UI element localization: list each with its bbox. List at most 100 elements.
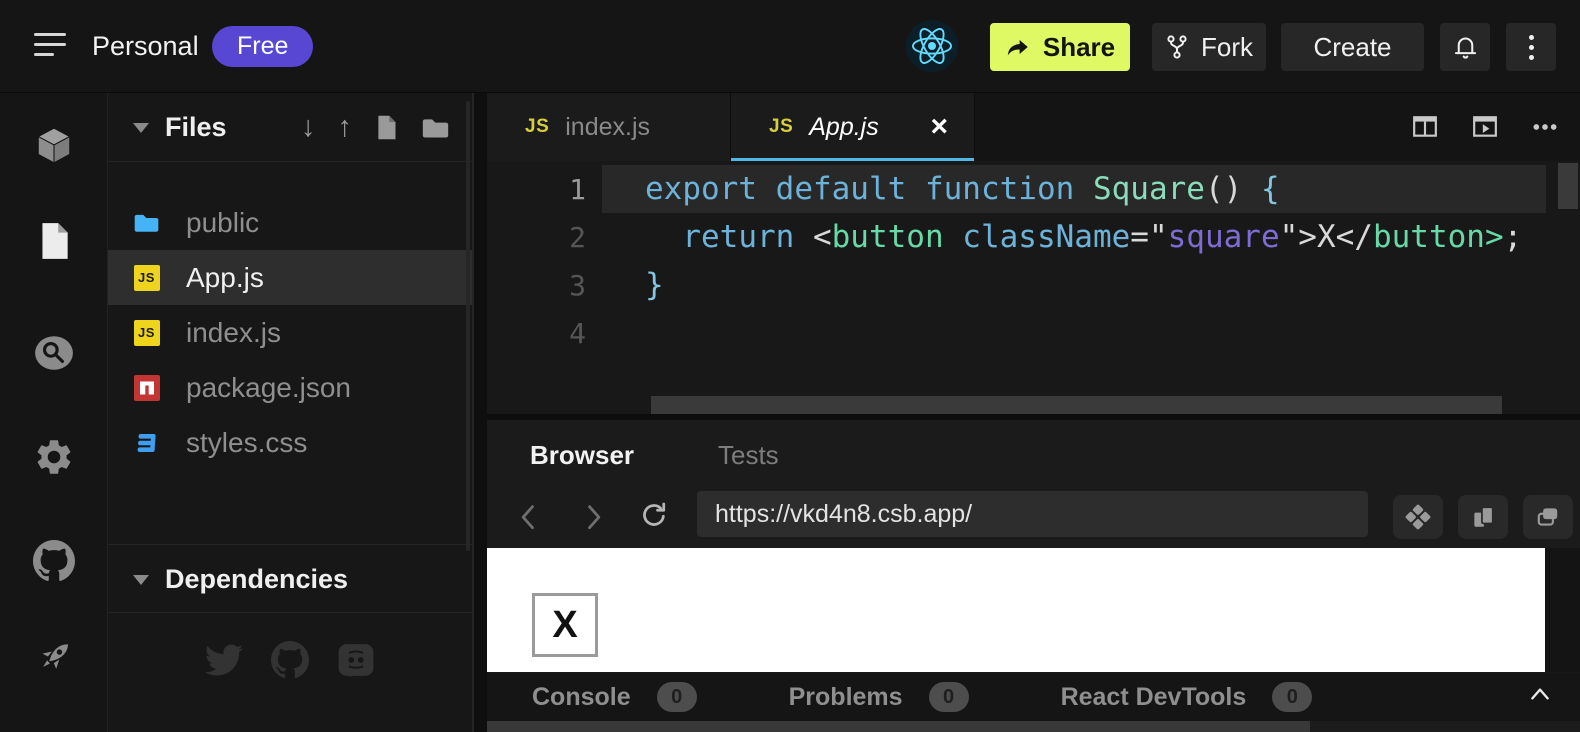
editor-tabs: JSindex.jsJS App.js × <box>487 93 975 161</box>
tab-browser[interactable]: Browser <box>530 420 634 490</box>
sandbox-cube-icon[interactable] <box>33 125 75 167</box>
file-icon[interactable] <box>33 220 75 262</box>
navigator-icon[interactable] <box>1393 495 1443 539</box>
js-icon: JS <box>525 116 549 138</box>
split-view-icon[interactable] <box>1412 114 1438 140</box>
chevron-up-icon[interactable] <box>1528 685 1552 709</box>
upload-icon[interactable]: ↑ <box>338 113 353 142</box>
new-folder-icon[interactable] <box>421 115 450 140</box>
chevron-down-icon[interactable] <box>133 123 149 133</box>
horizontal-scrollbar[interactable] <box>651 396 1502 414</box>
open-window-icon[interactable] <box>1523 495 1573 539</box>
more-ellipsis-icon[interactable] <box>1532 114 1558 140</box>
file-row-public[interactable]: public <box>108 195 472 250</box>
code-text: } <box>602 261 1546 309</box>
plan-badge: Free <box>212 26 313 67</box>
search-icon[interactable] <box>33 332 75 374</box>
browser-pane: Browser Tests <box>487 420 1580 548</box>
rocket-icon[interactable] <box>33 636 75 678</box>
notifications-button[interactable] <box>1440 23 1490 71</box>
codesandbox-app: Personal Free Share Fork <box>0 0 1580 732</box>
status-item-react-devtools[interactable]: React DevTools0 <box>1061 682 1313 712</box>
react-logo-icon <box>906 20 958 72</box>
hamburger-menu-icon[interactable] <box>34 33 68 59</box>
url-input[interactable] <box>697 491 1368 537</box>
social-links <box>108 641 472 679</box>
github-icon[interactable] <box>33 540 75 582</box>
scrollbar-thumb[interactable] <box>487 721 1310 732</box>
download-icon[interactable]: ↓ <box>301 113 316 142</box>
files-scrollbar[interactable] <box>466 101 470 551</box>
new-file-icon[interactable] <box>374 114 399 141</box>
forward-icon[interactable] <box>579 502 607 530</box>
line-number: 3 <box>487 269 602 302</box>
file-row-package.json[interactable]: package.json <box>108 360 472 415</box>
overflow-menu-button[interactable] <box>1506 23 1556 71</box>
responsive-mode-icon[interactable] <box>1458 495 1508 539</box>
status-label: React DevTools <box>1061 683 1247 712</box>
file-name: index.js <box>186 317 281 349</box>
back-icon[interactable] <box>515 502 543 530</box>
square-button[interactable]: X <box>532 593 598 657</box>
code-lines: 1export default function Square() {2 ret… <box>487 165 1580 357</box>
code-text <box>602 309 1546 357</box>
js-icon: JS <box>133 319 160 346</box>
top-header: Personal Free Share Fork <box>0 0 1580 93</box>
preview-side-strip <box>1545 548 1580 672</box>
editor-tab-index.js[interactable]: JSindex.js <box>487 93 731 161</box>
status-label: Problems <box>789 683 903 712</box>
code-text: export default function Square() { <box>602 165 1546 213</box>
settings-gear-icon[interactable] <box>33 436 75 478</box>
react-atom-icon <box>911 25 953 67</box>
vertical-scrollbar[interactable] <box>1558 163 1578 209</box>
status-item-console[interactable]: Console0 <box>532 682 697 712</box>
editor-tabbar: JSindex.jsJS App.js × <box>487 93 1580 161</box>
chevron-down-icon[interactable] <box>133 575 149 585</box>
panel-splitter[interactable] <box>472 93 487 732</box>
code-text: return <button className="square">X</but… <box>602 213 1546 261</box>
share-arrow-icon <box>1005 34 1031 60</box>
preview-window-icon[interactable] <box>1472 114 1498 140</box>
twitter-icon[interactable] <box>205 641 243 679</box>
create-button[interactable]: Create <box>1281 23 1424 71</box>
discord-icon[interactable] <box>337 641 375 679</box>
files-panel-header[interactable]: Files ↓ ↑ <box>108 93 472 162</box>
fork-icon <box>1165 34 1189 60</box>
code-line-3[interactable]: 3} <box>487 261 1580 309</box>
js-icon: JS <box>133 264 160 291</box>
fork-label: Fork <box>1201 32 1253 63</box>
code-line-4[interactable]: 4 <box>487 309 1580 357</box>
file-row-index.js[interactable]: JS index.js <box>108 305 472 360</box>
file-row-App.js[interactable]: JSApp.js <box>108 250 472 305</box>
css-icon <box>133 429 160 456</box>
editor-tab-App.js[interactable]: JSApp.js× <box>731 93 975 161</box>
activity-bar <box>0 93 107 732</box>
tab-tests[interactable]: Tests <box>718 420 779 490</box>
bell-icon <box>1452 34 1479 61</box>
workspace-name[interactable]: Personal <box>92 0 199 93</box>
dependencies-section[interactable]: Dependencies <box>108 544 472 613</box>
editor-region: JSindex.jsJS App.js × <box>487 93 1580 732</box>
code-editor[interactable]: 1export default function Square() {2 ret… <box>487 161 1580 414</box>
dependencies-title: Dependencies <box>165 545 348 614</box>
code-line-2[interactable]: 2 return <button className="square">X</b… <box>487 213 1580 261</box>
refresh-icon[interactable] <box>639 500 669 530</box>
line-number: 2 <box>487 221 602 254</box>
status-label: Console <box>532 683 631 712</box>
fork-button[interactable]: Fork <box>1152 23 1266 71</box>
file-row-styles.css[interactable]: styles.css <box>108 415 472 470</box>
code-line-1[interactable]: 1export default function Square() { <box>487 165 1580 213</box>
close-icon[interactable]: × <box>930 112 948 142</box>
editor-toolbar <box>1412 93 1558 161</box>
count-badge: 0 <box>929 682 969 712</box>
status-item-problems[interactable]: Problems 0 <box>789 682 969 712</box>
line-number: 4 <box>487 317 602 350</box>
share-label: Share <box>1043 32 1115 63</box>
bottom-scrollbar[interactable] <box>487 721 1580 732</box>
tab-label: App.js <box>809 113 878 142</box>
file-name: styles.css <box>186 427 307 459</box>
share-button[interactable]: Share <box>990 23 1130 71</box>
github-icon[interactable] <box>271 641 309 679</box>
line-number: 1 <box>487 173 602 206</box>
devtools-status-bar: Console0 Problems 0 React DevTools0 <box>487 673 1580 721</box>
